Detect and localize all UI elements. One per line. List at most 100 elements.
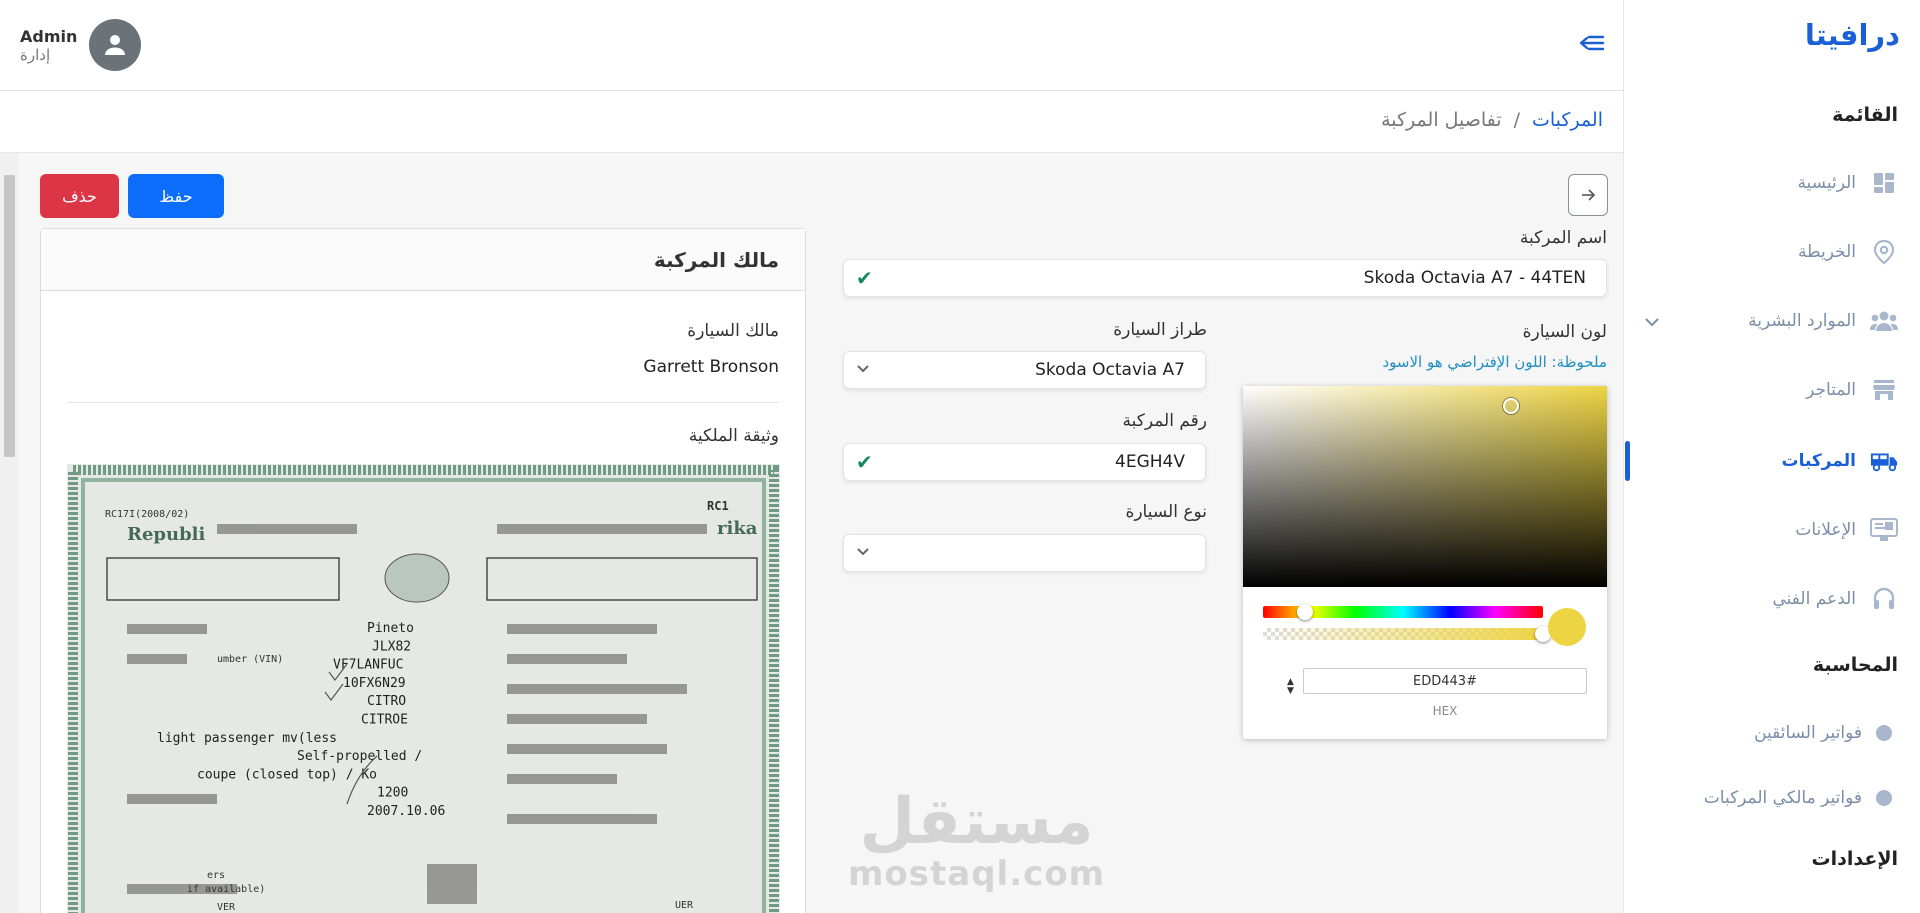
user-profile[interactable]: Admin إدارة [20, 19, 142, 71]
doc-line: CITROE [361, 713, 408, 728]
vehicle-number-input[interactable]: ✔ 4EGH4V [843, 443, 1206, 481]
doc-uer: UER [675, 900, 694, 911]
sidebar-item-hr[interactable]: الموارد البشرية [1644, 301, 1898, 341]
delete-button[interactable]: حذف [40, 174, 119, 218]
vehicle-name-input[interactable]: ✔ Skoda Octavia A7 - 44TEN [843, 259, 1607, 297]
divider [67, 402, 779, 403]
doc-line: 1200 [377, 786, 408, 801]
dashboard-icon [1870, 169, 1898, 197]
sidebar: درافيتا القائمة الرئيسية الخريطة الموارد… [1623, 0, 1920, 913]
user-role: إدارة [20, 45, 51, 64]
user-text: Admin إدارة [20, 27, 77, 64]
car-model-value: Skoda Octavia A7 [1035, 360, 1185, 380]
vehicle-number-value: 4EGH4V [1115, 452, 1185, 472]
sidebar-item-support[interactable]: الدعم الفني [1644, 579, 1898, 619]
doc-line: 2007.10.06 [367, 804, 445, 819]
scrollbar-thumb[interactable] [4, 175, 15, 457]
bullet-icon [1876, 790, 1892, 806]
owner-card: مالك المركبة مالك السيارة Garrett Bronso… [40, 228, 806, 913]
user-name: Admin [20, 26, 78, 46]
doc-ver: VER [217, 902, 236, 913]
car-type-label: نوع السيارة [1125, 502, 1207, 522]
breadcrumb-current: تفاصيل المركبة [1381, 109, 1502, 131]
hex-input[interactable] [1303, 668, 1587, 694]
headset-icon [1870, 585, 1898, 613]
sidebar-item-vehicles[interactable]: المركبات [1644, 441, 1898, 481]
doc-line: Self-propelled / [297, 749, 422, 764]
menu-section-title: القائمة [1832, 104, 1898, 126]
doc-line: Pineto [367, 621, 414, 636]
save-button[interactable]: حفظ [128, 174, 224, 218]
doc-rika: rika [717, 518, 758, 539]
sidebar-item-ads[interactable]: الإعلانات [1644, 510, 1898, 550]
vehicle-number-label: رقم المركبة [1122, 411, 1207, 431]
map-pin-icon [1870, 238, 1898, 266]
valid-check-icon: ✔ [856, 266, 873, 290]
sidebar-item-label: المركبات [1781, 451, 1856, 471]
color-swatch [1548, 608, 1586, 646]
sidebar-item-label: الخريطة [1797, 242, 1856, 262]
format-toggle-icon[interactable]: ▲ ▼ [1287, 678, 1294, 696]
bullet-icon [1876, 725, 1892, 741]
color-note: ملحوظة: اللون الإفتراضي هو الاسود [1382, 353, 1608, 371]
monitor-icon [1870, 516, 1898, 544]
doc-header-right: RC1 [707, 499, 729, 513]
owner-value: Garrett Bronson [643, 357, 779, 377]
accounting-section-title: المحاسبة [1812, 654, 1898, 676]
avatar[interactable] [89, 19, 142, 71]
sidebar-item-label: الرئيسية [1797, 173, 1856, 193]
hex-label: HEX [1432, 704, 1458, 718]
owner-label: مالك السيارة [687, 321, 779, 341]
watermark: مستقل mostaql.com [848, 790, 1105, 894]
sidebar-item-label: الموارد البشرية [1748, 311, 1856, 331]
car-model-select[interactable]: Skoda Octavia A7 [843, 351, 1206, 389]
alpha-slider[interactable] [1263, 626, 1551, 642]
doc-ers: ers [207, 870, 225, 881]
truck-icon [1870, 447, 1898, 475]
watermark-arabic: مستقل [859, 785, 1094, 859]
doc-line: coupe (closed top) / Ko [197, 767, 377, 782]
menu-toggle-icon[interactable] [1577, 30, 1605, 56]
valid-check-icon: ✔ [856, 450, 873, 474]
breadcrumb-separator: / [1513, 109, 1520, 131]
doc-header-left: RC17I(2008/02) [105, 509, 189, 520]
vehicle-name-value: Skoda Octavia A7 - 44TEN [1363, 268, 1586, 288]
store-icon [1870, 376, 1898, 404]
sidebar-item-driver-invoices[interactable]: فواتير السائقين [1644, 713, 1898, 753]
doc-line: 10FX6N29 [343, 676, 406, 691]
sidebar-item-owner-invoices[interactable]: فواتير مالكي المركبات [1644, 778, 1898, 818]
breadcrumb-vehicles-link[interactable]: المركبات [1532, 109, 1603, 131]
doc-line: JLX82 [372, 639, 411, 654]
arrow-right-icon [1582, 189, 1596, 201]
back-button[interactable] [1568, 174, 1608, 216]
sidebar-item-label: الإعلانات [1795, 520, 1856, 540]
ownership-document-label: وثيقة الملكية [688, 426, 779, 446]
watermark-english: mostaql.com [848, 854, 1106, 894]
owner-card-title: مالك المركبة [653, 247, 779, 272]
doc-line: CITRO [367, 694, 406, 709]
users-icon [1870, 307, 1898, 335]
settings-section-title: الإعدادات [1811, 848, 1898, 870]
color-picker[interactable]: ▲▼ HEX [1243, 386, 1607, 739]
vehicle-name-label: اسم المركبة [1519, 228, 1607, 248]
chevron-down-icon [856, 362, 870, 378]
sidebar-item-home[interactable]: الرئيسية [1644, 163, 1898, 203]
car-type-select[interactable] [843, 534, 1206, 572]
breadcrumb-bar: المركبات / تفاصيل المركبة [0, 91, 1623, 153]
breadcrumb: المركبات / تفاصيل المركبة [1381, 109, 1603, 131]
sidebar-item-stores[interactable]: المتاجر [1644, 370, 1898, 410]
car-color-label: لون السيارة [1522, 322, 1607, 342]
doc-republic: Republi [127, 524, 206, 545]
sidebar-item-label: الدعم الفني [1772, 589, 1857, 609]
sidebar-item-label: فواتير السائقين [1754, 723, 1862, 743]
hue-slider[interactable] [1263, 604, 1543, 620]
brand-logo[interactable]: درافيتا [1805, 18, 1900, 52]
saturation-area[interactable] [1243, 386, 1607, 587]
doc-line: light passenger mv(less [157, 731, 337, 746]
sidebar-item-map[interactable]: الخريطة [1644, 232, 1898, 272]
chevron-down-icon [856, 545, 870, 561]
chevron-down-icon[interactable] [1644, 312, 1660, 331]
hue-thumb[interactable] [1297, 604, 1313, 620]
saturation-thumb[interactable] [1503, 398, 1519, 414]
ownership-document-image[interactable]: RC17I(2008/02) RC1 Republi rika umber (V… [67, 464, 780, 913]
